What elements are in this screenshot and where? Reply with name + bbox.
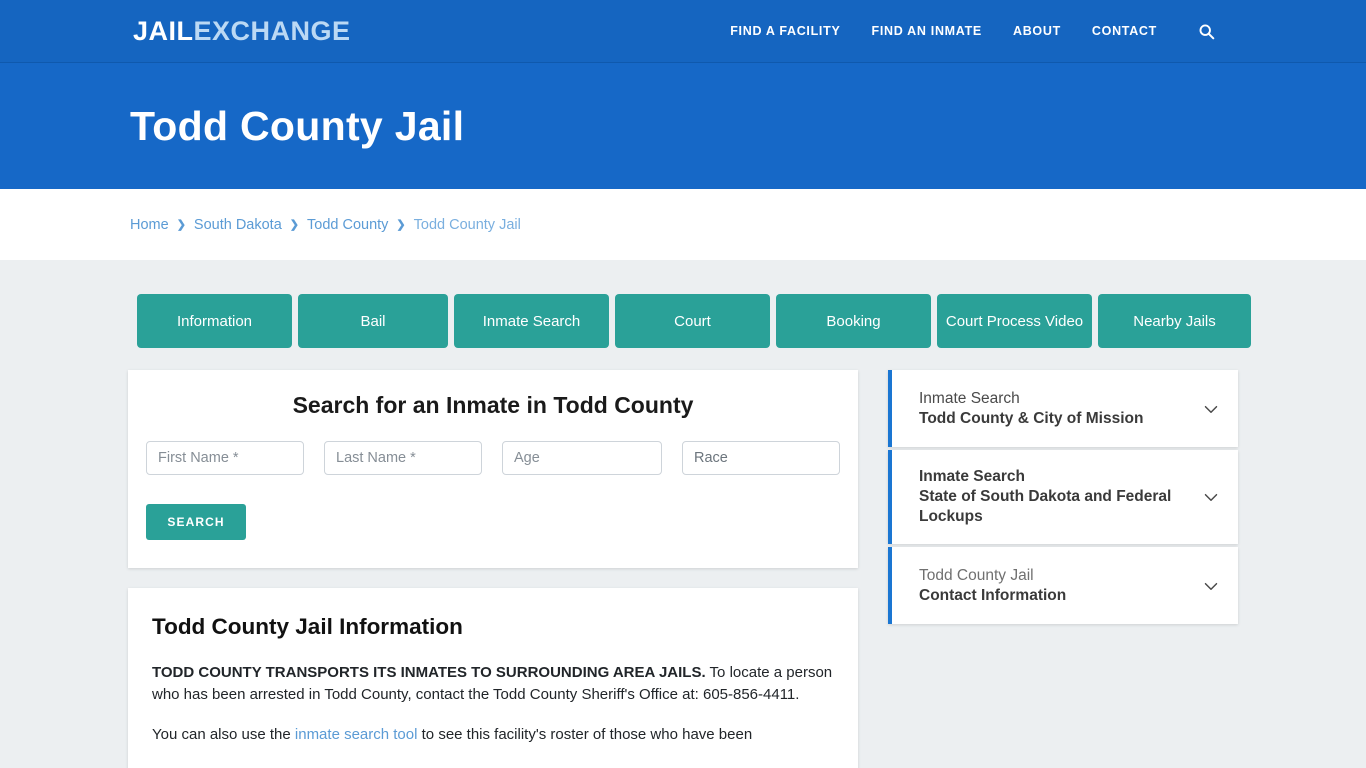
accordion-title: Todd County Jail: [919, 566, 1034, 584]
content-area: Search for an Inmate in Todd County Race…: [0, 348, 1366, 768]
breadcrumb-item-home[interactable]: Home: [130, 217, 169, 233]
breadcrumb-separator-icon: ❯: [176, 219, 186, 231]
site-header: JAILEXCHANGE FIND A FACILITY FIND AN INM…: [0, 0, 1366, 63]
breadcrumb-separator-icon: ❯: [396, 219, 406, 231]
accordion-contact-information[interactable]: Todd County Jail Contact Information: [888, 547, 1238, 624]
tab-nearby-jails[interactable]: Nearby Jails: [1098, 294, 1251, 348]
jail-information-paragraph-1: TODD COUNTY TRANSPORTS ITS INMATES TO SU…: [152, 662, 834, 706]
logo-secondary: EXCHANGE: [193, 15, 351, 46]
main-column: Search for an Inmate in Todd County Race…: [128, 370, 858, 768]
tab-information[interactable]: Information: [137, 294, 292, 348]
inmate-search-form: Race: [128, 441, 858, 475]
breadcrumb-item-current: Todd County Jail: [413, 216, 521, 233]
logo-primary: JAIL: [133, 15, 194, 46]
nav-item-find-a-facility[interactable]: FIND A FACILITY: [730, 24, 840, 38]
accordion-title: Inmate Search: [919, 389, 1020, 407]
inmate-search-tool-link[interactable]: inmate search tool: [295, 726, 418, 743]
jail-information-card: Todd County Jail Information TODD COUNTY…: [128, 588, 858, 768]
tab-bail[interactable]: Bail: [298, 294, 448, 348]
tab-inmate-search[interactable]: Inmate Search: [454, 294, 609, 348]
accordion-subtitle: Contact Information: [919, 586, 1067, 604]
accordion-inmate-search-todd-county[interactable]: Inmate Search Todd County & City of Miss…: [888, 370, 1238, 447]
site-logo[interactable]: JAILEXCHANGE: [133, 16, 351, 47]
jail-information-heading: Todd County Jail Information: [152, 614, 463, 639]
breadcrumb-bar: Home ❯ South Dakota ❯ Todd County ❯ Todd…: [0, 189, 1366, 260]
race-select[interactable]: Race: [682, 441, 840, 475]
accordion-title: Inmate Search: [919, 468, 1025, 485]
page-hero: Todd County Jail: [0, 63, 1366, 189]
breadcrumb-separator-icon: ❯: [289, 219, 299, 231]
page-title: Todd County Jail: [130, 102, 465, 149]
jail-information-paragraph-2: You can also use the inmate search tool …: [152, 724, 834, 746]
accordion-inmate-search-state-federal[interactable]: Inmate Search State of South Dakota and …: [888, 450, 1238, 544]
main-navigation: FIND A FACILITY FIND AN INMATE ABOUT CON…: [730, 21, 1216, 41]
chevron-down-icon[interactable]: [1200, 486, 1222, 508]
roster-text-post: to see this facility's roster of those w…: [417, 726, 753, 743]
accordion-text: Inmate Search State of South Dakota and …: [919, 467, 1200, 527]
nav-item-contact[interactable]: CONTACT: [1092, 24, 1157, 38]
inmate-search-card: Search for an Inmate in Todd County Race…: [128, 370, 858, 568]
breadcrumb-item-todd-county[interactable]: Todd County: [307, 217, 388, 233]
accordion-text: Todd County Jail Contact Information: [919, 566, 1200, 606]
transport-notice-bold: TODD COUNTY TRANSPORTS ITS INMATES TO SU…: [152, 664, 706, 681]
chevron-down-icon[interactable]: [1200, 575, 1222, 597]
chevron-down-icon[interactable]: [1200, 398, 1222, 420]
nav-item-find-an-inmate[interactable]: FIND AN INMATE: [871, 24, 981, 38]
breadcrumb: Home ❯ South Dakota ❯ Todd County ❯ Todd…: [130, 217, 521, 233]
accordion-subtitle: Todd County & City of Mission: [919, 409, 1144, 427]
facility-tab-bar: Information Bail Inmate Search Court Boo…: [0, 260, 1366, 348]
last-name-input[interactable]: [324, 441, 482, 475]
roster-text-pre: You can also use the: [152, 726, 295, 743]
nav-item-about[interactable]: ABOUT: [1013, 24, 1061, 38]
search-button[interactable]: SEARCH: [146, 504, 246, 540]
tab-booking[interactable]: Booking: [776, 294, 931, 348]
first-name-input[interactable]: [146, 441, 304, 475]
search-icon[interactable]: [1196, 21, 1216, 41]
accordion-text: Inmate Search Todd County & City of Miss…: [919, 389, 1200, 429]
inmate-search-heading: Search for an Inmate in Todd County: [292, 392, 694, 418]
tab-court[interactable]: Court: [615, 294, 770, 348]
breadcrumb-item-south-dakota[interactable]: South Dakota: [194, 217, 282, 233]
sidebar: Inmate Search Todd County & City of Miss…: [888, 370, 1238, 768]
tab-court-process-video[interactable]: Court Process Video: [937, 294, 1092, 348]
age-input[interactable]: [502, 441, 662, 475]
accordion-subtitle: State of South Dakota and Federal Lockup…: [919, 488, 1172, 525]
